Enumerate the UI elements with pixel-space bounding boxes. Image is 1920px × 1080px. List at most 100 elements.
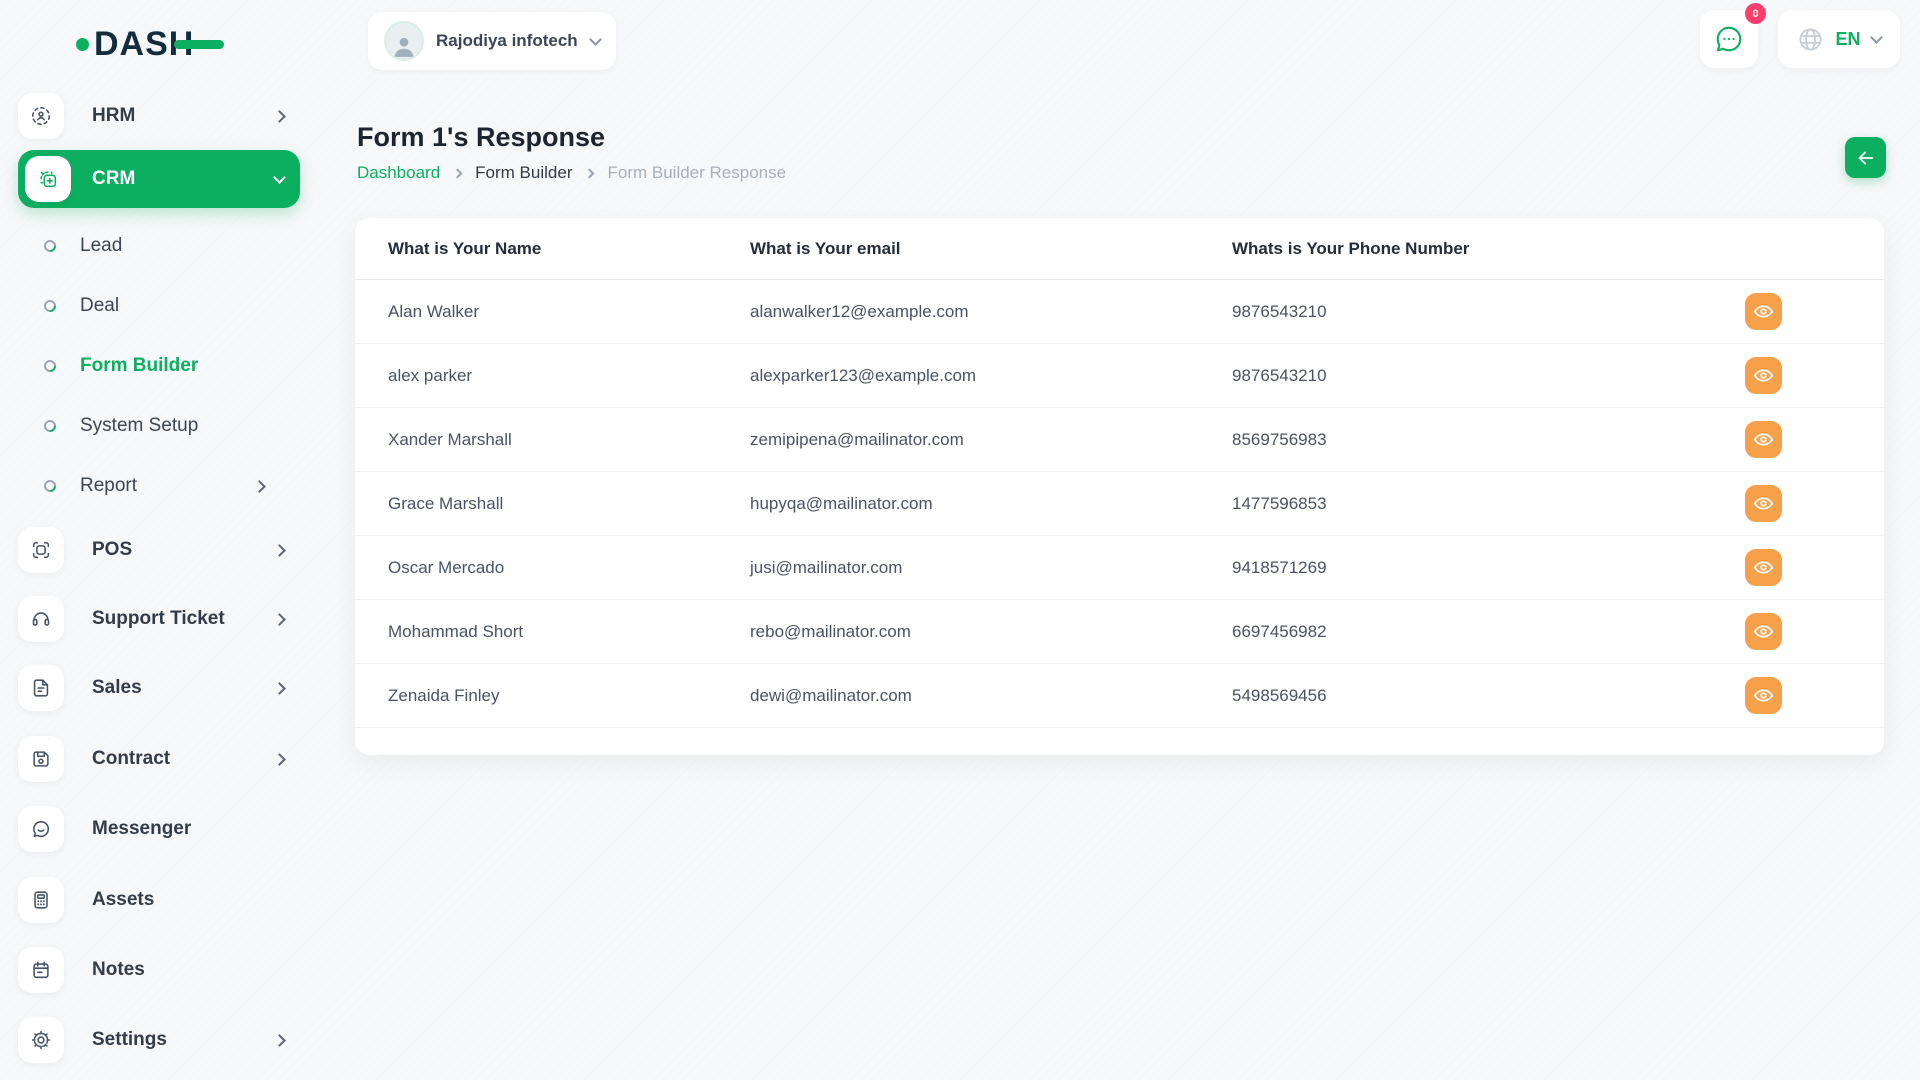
cell-phone: 5498569456	[1232, 686, 1745, 706]
chevron-right-icon	[453, 168, 463, 178]
breadcrumb-current: Form Builder Response	[607, 163, 786, 183]
logo-dot	[76, 38, 89, 51]
eye-icon	[1753, 557, 1774, 578]
chat-badge: 0	[1745, 3, 1766, 24]
sidebar-subitem-report[interactable]: Report	[44, 471, 294, 501]
cell-phone: 9876543210	[1232, 366, 1745, 386]
sidebar-item-label: Contract	[92, 748, 275, 770]
view-response-button[interactable]	[1745, 613, 1782, 650]
messenger-button[interactable]: 0	[1700, 10, 1758, 68]
view-response-button[interactable]	[1745, 677, 1782, 714]
back-button[interactable]	[1845, 137, 1886, 178]
sidebar-item-pos[interactable]: POS	[18, 527, 300, 573]
calculator-icon	[18, 877, 64, 923]
breadcrumb-form-builder-link[interactable]: Form Builder	[475, 163, 572, 183]
bullet-icon	[42, 418, 59, 435]
view-response-button[interactable]	[1745, 293, 1782, 330]
language-selector[interactable]: EN	[1778, 10, 1900, 68]
sidebar-subitem-form-builder[interactable]: Form Builder	[44, 351, 294, 381]
sidebar-subitem-system-setup[interactable]: System Setup	[44, 411, 294, 441]
sidebar-item-assets[interactable]: Assets	[18, 877, 300, 923]
sidebar-item-support-ticket[interactable]: Support Ticket	[18, 596, 300, 642]
sidebar-item-contract[interactable]: Contract	[18, 736, 300, 782]
sidebar-item-label: Assets	[92, 889, 300, 911]
chevron-right-icon	[273, 1034, 286, 1047]
chevron-right-icon	[253, 480, 266, 493]
column-header-email: What is Your email	[750, 239, 1232, 259]
bullet-icon	[42, 238, 59, 255]
cell-email: dewi@mailinator.com	[750, 686, 1232, 706]
cell-email: alexparker123@example.com	[750, 366, 1232, 386]
view-response-button[interactable]	[1745, 549, 1782, 586]
sidebar-item-sales[interactable]: Sales	[18, 665, 300, 711]
cell-phone: 1477596853	[1232, 494, 1745, 514]
sidebar-item-label: Report	[80, 475, 255, 497]
sidebar-item-label: CRM	[92, 168, 275, 190]
sidebar-subitem-deal[interactable]: Deal	[44, 291, 294, 321]
sidebar-item-label: Notes	[92, 959, 300, 981]
responses-table-card: What is Your Name What is Your email Wha…	[355, 218, 1884, 755]
cell-name: Mohammad Short	[388, 622, 750, 642]
cell-email: jusi@mailinator.com	[750, 558, 1232, 578]
cell-phone: 9418571269	[1232, 558, 1745, 578]
avatar	[384, 21, 424, 61]
cell-phone: 9876543210	[1232, 302, 1745, 322]
cell-phone: 8569756983	[1232, 430, 1745, 450]
sidebar-item-label: Deal	[80, 295, 294, 317]
table-header-row: What is Your Name What is Your email Wha…	[355, 218, 1884, 280]
company-selector[interactable]: Rajodiya infotech	[368, 12, 616, 70]
table-row: Xander Marshall zemipipena@mailinator.co…	[355, 408, 1884, 472]
sidebar-item-label: Form Builder	[80, 355, 294, 377]
chevron-down-icon	[273, 171, 286, 184]
cell-email: zemipipena@mailinator.com	[750, 430, 1232, 450]
cell-email: hupyqa@mailinator.com	[750, 494, 1232, 514]
crm-icon	[25, 156, 71, 202]
sidebar-item-settings[interactable]: Settings	[18, 1017, 300, 1063]
chat-icon	[1714, 24, 1744, 54]
eye-icon	[1753, 621, 1774, 642]
sidebar-item-label: Settings	[92, 1029, 275, 1051]
view-response-button[interactable]	[1745, 357, 1782, 394]
cell-name: Oscar Mercado	[388, 558, 750, 578]
table-row: Alan Walker alanwalker12@example.com 987…	[355, 280, 1884, 344]
sidebar-item-label: Sales	[92, 677, 275, 699]
view-response-button[interactable]	[1745, 421, 1782, 458]
sidebar-item-messenger[interactable]: Messenger	[18, 806, 300, 852]
eye-icon	[1753, 429, 1774, 450]
bullet-icon	[42, 478, 59, 495]
invoice-icon	[18, 665, 64, 711]
sidebar-item-crm[interactable]: CRM	[18, 150, 300, 208]
eye-icon	[1753, 365, 1774, 386]
table-row: alex parker alexparker123@example.com 98…	[355, 344, 1884, 408]
chevron-right-icon	[585, 168, 595, 178]
arrow-left-icon	[1855, 147, 1877, 169]
page-title: Form 1's Response	[357, 122, 605, 153]
view-response-button[interactable]	[1745, 485, 1782, 522]
cell-name: Alan Walker	[388, 302, 750, 322]
column-header-phone: Whats is Your Phone Number	[1232, 239, 1745, 259]
table-row: Zenaida Finley dewi@mailinator.com 54985…	[355, 664, 1884, 728]
breadcrumb-dashboard-link[interactable]: Dashboard	[357, 163, 440, 183]
cell-name: Xander Marshall	[388, 430, 750, 450]
chevron-down-icon	[1870, 31, 1883, 44]
chevron-down-icon	[589, 33, 602, 46]
table-row: Mohammad Short rebo@mailinator.com 66974…	[355, 600, 1884, 664]
chevron-right-icon	[273, 110, 286, 123]
sidebar-item-hrm[interactable]: HRM	[18, 93, 300, 139]
bullet-icon	[42, 298, 59, 315]
gear-icon	[18, 1017, 64, 1063]
sidebar-item-notes[interactable]: Notes	[18, 947, 300, 993]
eye-icon	[1753, 685, 1774, 706]
breadcrumb: Dashboard Form Builder Form Builder Resp…	[357, 163, 786, 183]
chevron-right-icon	[273, 613, 286, 626]
cell-name: alex parker	[388, 366, 750, 386]
calendar-icon	[18, 947, 64, 993]
app-logo[interactable]: DASH	[76, 22, 224, 66]
cell-email: alanwalker12@example.com	[750, 302, 1232, 322]
chevron-right-icon	[273, 753, 286, 766]
cell-email: rebo@mailinator.com	[750, 622, 1232, 642]
chevron-right-icon	[273, 682, 286, 695]
headphones-icon	[18, 596, 64, 642]
hrm-icon	[18, 93, 64, 139]
sidebar-subitem-lead[interactable]: Lead	[44, 231, 294, 261]
